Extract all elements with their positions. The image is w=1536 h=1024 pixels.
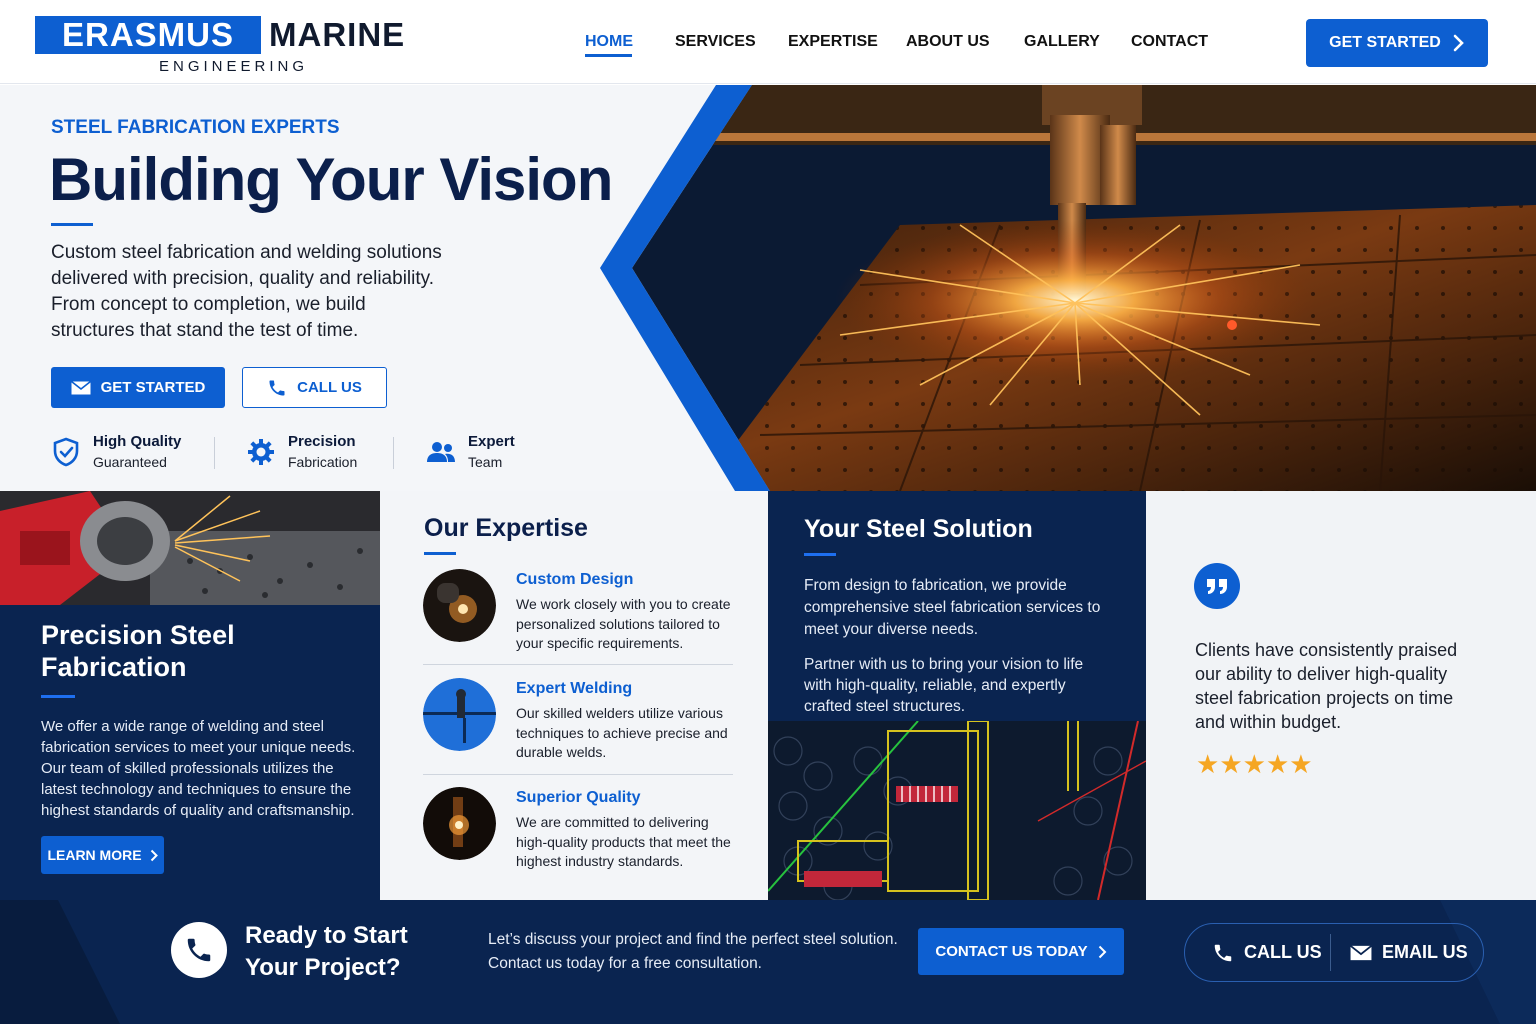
hero-call-us-button[interactable]: CALL US — [242, 367, 387, 408]
expertise-item-description: We are committed to delivering high-qual… — [516, 814, 731, 869]
hero-get-started-button[interactable]: GET STARTED — [51, 367, 225, 408]
cta-description: Let’s discuss your project and find the … — [488, 931, 898, 972]
site-header: ERASMUS MARINE ENGINEERING HOME SERVICES… — [0, 0, 1536, 84]
star-icon: ★ — [1219, 749, 1243, 779]
precision-fabrication-panel: Precision Steel Fabrication We offer a w… — [0, 491, 380, 900]
solution-title-underline — [804, 553, 836, 556]
contact-options: CALL US EMAIL US — [1184, 923, 1484, 982]
expertise-divider — [423, 664, 733, 665]
phone-icon — [171, 922, 227, 978]
hero-title: Building Your Vision — [49, 146, 613, 213]
nav-gallery[interactable]: GALLERY — [1024, 33, 1100, 51]
feature-divider — [393, 437, 394, 469]
nav-contact[interactable]: CONTACT — [1131, 33, 1208, 51]
logo-word-erasmus: ERASMUS — [35, 16, 261, 54]
team-icon — [427, 442, 455, 462]
hero-description: Custom steel fabrication and welding sol… — [51, 242, 442, 341]
testimonial-text: Clients have consistently praised our ab… — [1195, 640, 1458, 732]
feature-subtitle: Team — [468, 454, 503, 470]
brand-logo[interactable]: ERASMUS MARINE ENGINEERING — [35, 16, 435, 78]
logo-tagline: ENGINEERING — [159, 58, 309, 75]
header-get-started-label: GET STARTED — [1329, 34, 1441, 51]
quote-icon — [1194, 563, 1240, 609]
expertise-item-description: We work closely with you to create perso… — [516, 596, 731, 651]
expertise-item-description: Our skilled welders utilize various tech… — [516, 705, 728, 760]
precision-title: Precision Steel Fabrication — [41, 620, 235, 682]
gear-icon — [248, 439, 274, 465]
logo-word-marine: MARINE — [269, 16, 406, 53]
solution-title: Your Steel Solution — [804, 515, 1033, 543]
chevron-right-icon — [1453, 34, 1464, 52]
envelope-icon — [70, 380, 91, 394]
nav-services[interactable]: SERVICES — [675, 33, 756, 51]
hero-eyebrow: STEEL FABRICATION EXPERTS — [51, 117, 340, 138]
feature-title: Precision — [288, 433, 356, 450]
contact-us-today-label: CONTACT US TODAY — [935, 943, 1088, 960]
feature-subtitle: Guaranteed — [93, 454, 167, 470]
nav-home[interactable]: HOME — [585, 33, 633, 51]
steel-solution-panel: Your Steel Solution From design to fabri… — [768, 491, 1146, 900]
expertise-item-title: Superior Quality — [516, 789, 641, 806]
expertise-divider — [423, 774, 733, 775]
precision-title-underline — [41, 695, 75, 698]
hero-call-us-label: CALL US — [297, 379, 362, 396]
header-get-started-button[interactable]: GET STARTED — [1306, 19, 1488, 67]
nav-expertise[interactable]: EXPERTISE — [788, 33, 878, 51]
cta-title: Ready to Start Your Project? — [245, 922, 408, 981]
expertise-title: Our Expertise — [424, 514, 588, 542]
custom-design-photo — [423, 569, 496, 642]
expertise-item-title: Expert Welding — [516, 680, 633, 697]
feature-title: High Quality — [93, 433, 182, 450]
feature-divider — [214, 437, 215, 469]
services-row: Precision Steel Fabrication We offer a w… — [0, 491, 1536, 900]
cta-email-us-label: EMAIL US — [1382, 942, 1468, 962]
star-icon: ★ — [1196, 749, 1220, 779]
hero-get-started-label: GET STARTED — [100, 379, 206, 396]
contact-us-today-button[interactable]: CONTACT US TODAY — [918, 928, 1124, 975]
learn-more-label: LEARN MORE — [47, 847, 142, 863]
envelope-icon — [1350, 944, 1372, 960]
star-icon: ★ — [1265, 749, 1290, 779]
expertise-title-underline — [424, 552, 456, 555]
angle-grinder-image — [0, 491, 380, 605]
expertise-panel: Our Expertise Custom Design We work clos… — [380, 491, 768, 900]
feature-subtitle: Fabrication — [288, 454, 358, 470]
cta-banner: Ready to Start Your Project? Let’s discu… — [0, 900, 1536, 1024]
testimonial-panel: Clients have consistently praised our ab… — [1146, 491, 1536, 900]
cta-email-us-button[interactable]: EMAIL US — [1350, 924, 1468, 981]
contact-options-divider — [1330, 934, 1331, 971]
chevron-right-icon — [1098, 945, 1107, 958]
superior-quality-photo — [423, 787, 496, 860]
phone-icon — [269, 380, 285, 395]
shield-check-icon — [53, 437, 79, 467]
star-rating: ★★★★★ — [1196, 749, 1313, 780]
blueprint-image — [768, 721, 1146, 900]
cta-call-us-button[interactable]: CALL US — [1212, 924, 1322, 981]
chevron-right-icon — [150, 849, 158, 861]
expertise-item-title: Custom Design — [516, 571, 634, 588]
solution-paragraph-1: From design to fabrication, we provide c… — [804, 577, 1101, 638]
precision-description: We offer a wide range of welding and ste… — [41, 718, 356, 819]
phone-icon — [1214, 944, 1232, 961]
star-icon: ★ — [1242, 749, 1266, 779]
cta-call-us-label: CALL US — [1244, 942, 1322, 962]
feature-title: Expert — [468, 433, 515, 450]
nav-active-indicator — [585, 54, 632, 57]
learn-more-button[interactable]: LEARN MORE — [41, 836, 164, 874]
solution-paragraph-2: Partner with us to bring your vision to … — [804, 656, 1084, 715]
hero-title-underline — [51, 223, 93, 226]
hero-section: STEEL FABRICATION EXPERTS Building Your … — [0, 85, 1536, 491]
expert-welding-photo — [423, 678, 496, 751]
star-icon: ★ — [1289, 749, 1313, 779]
nav-about-us[interactable]: ABOUT US — [906, 33, 990, 51]
